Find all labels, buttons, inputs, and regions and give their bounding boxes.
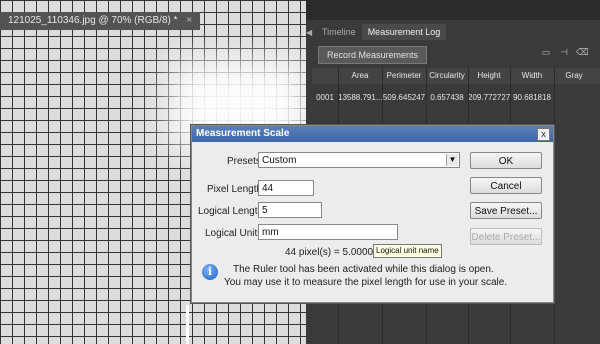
record-measurements-button[interactable]: Record Measurements	[318, 46, 428, 64]
pixel-length-field[interactable]: 44	[258, 180, 314, 196]
logical-length-field[interactable]: 5	[258, 202, 322, 218]
row-cell: 13588.791...	[338, 93, 382, 102]
document-tab-title: 121025_110346.jpg @ 70% (RGB/8) *	[8, 15, 178, 26]
chevron-down-icon: ▼	[446, 154, 458, 166]
column-header[interactable]: Circularity	[426, 68, 468, 84]
column-header[interactable]: Area	[338, 68, 382, 84]
document-tab[interactable]: 121025_110346.jpg @ 70% (RGB/8) * ×	[0, 12, 201, 30]
presets-select[interactable]: Custom ▼	[258, 152, 460, 168]
measurement-table: Area Perimeter Circularity Height Width …	[312, 68, 600, 106]
row-cell: 0001	[316, 93, 334, 102]
delete-icon[interactable]: ⌫	[576, 46, 589, 58]
row-cell	[554, 90, 594, 106]
info-icon: i	[202, 264, 218, 280]
row-cell: 0.657438	[430, 93, 464, 102]
delete-column-icon[interactable]: ⊣	[558, 46, 570, 58]
pixel-length-label: Pixel Length:	[207, 184, 265, 195]
close-icon[interactable]: x	[537, 128, 550, 141]
save-preset-button[interactable]: Save Preset...	[470, 202, 542, 219]
dialog-title[interactable]: Measurement Scale	[192, 126, 553, 142]
tooltip: Logical unit name	[373, 244, 442, 258]
info-text-line2: You may use it to measure the pixel leng…	[224, 277, 508, 288]
table-header: Area Perimeter Circularity Height Width …	[312, 68, 600, 84]
tab-measurement-log[interactable]: Measurement Log	[361, 24, 447, 40]
column-header[interactable]: Gray	[554, 68, 594, 84]
column-divider	[554, 68, 555, 344]
presets-value: Custom	[262, 155, 297, 166]
tab-timeline[interactable]: Timeline	[316, 24, 362, 40]
column-header[interactable]: Height	[468, 68, 510, 84]
panel-tabs: Timeline Measurement Log	[316, 24, 447, 40]
panel-topbar	[306, 0, 600, 20]
ok-button[interactable]: OK	[470, 152, 542, 169]
row-cell: 509.645247	[382, 93, 426, 102]
cancel-button[interactable]: Cancel	[470, 177, 542, 194]
column-header[interactable]: Width	[510, 68, 554, 84]
logical-units-label: Logical Units:	[205, 228, 266, 239]
delete-preset-button[interactable]: Delete Preset...	[470, 228, 542, 245]
info-text-line1: The Ruler tool has been activated while …	[233, 264, 494, 275]
export-icon[interactable]: ▭	[540, 46, 552, 58]
close-tab-icon[interactable]: ×	[186, 15, 192, 26]
table-row[interactable]: 0001 13588.791... 509.645247 0.657438 20…	[312, 90, 600, 106]
column-header[interactable]	[312, 68, 338, 84]
row-cell: 209.772727	[468, 93, 510, 102]
logical-units-field[interactable]: mm	[258, 224, 398, 240]
row-cell: 90.681818	[513, 93, 551, 102]
white-line	[186, 305, 189, 344]
column-header[interactable]: Perimeter	[382, 68, 426, 84]
collapse-icon[interactable]: ◀	[306, 28, 316, 38]
logical-length-label: Logical Length:	[198, 206, 266, 217]
panel-toolbar: ▭ ⊣ ⌫	[540, 46, 589, 58]
